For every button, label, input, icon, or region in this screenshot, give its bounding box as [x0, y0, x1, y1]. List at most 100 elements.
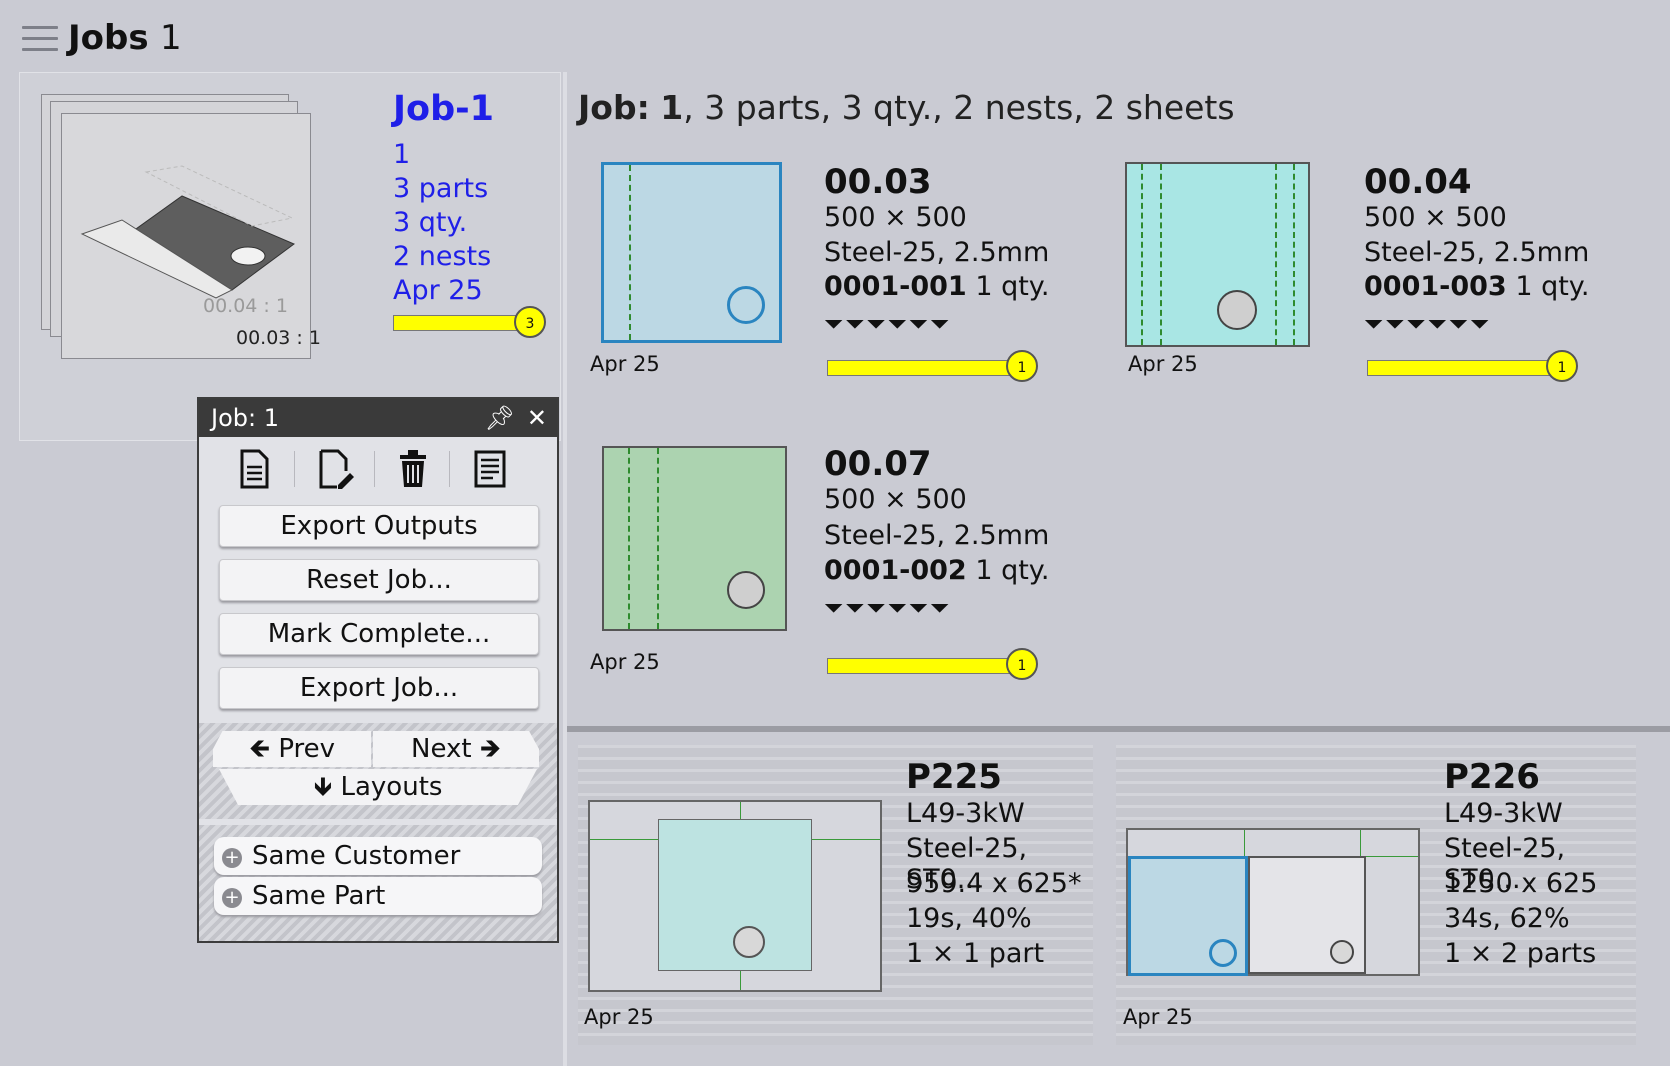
- reset-job-button[interactable]: Reset Job...: [219, 559, 539, 601]
- part-date: Apr 25: [1128, 352, 1198, 376]
- close-icon[interactable]: ✕: [527, 399, 547, 437]
- same-part-button[interactable]: + Same Part: [214, 877, 542, 915]
- document-icon[interactable]: [237, 449, 271, 489]
- nest-name: P226: [1444, 757, 1540, 797]
- part-material: Steel-25, 2.5mm: [1364, 237, 1590, 268]
- job-summary: Job: 1, 3 parts, 3 qty., 2 nests, 2 shee…: [578, 88, 1235, 127]
- job-count: 1: [160, 18, 182, 58]
- prev-label: Prev: [278, 734, 336, 764]
- part-qty: 1 qty.: [975, 271, 1050, 302]
- part-name: 00.03: [824, 162, 932, 202]
- nest-card[interactable]: Apr 25 P225 L49-3kW Steel-25, ST0... 959…: [578, 745, 1093, 1045]
- pane-divider[interactable]: [563, 72, 567, 1066]
- nest-time: 19s, 40%: [906, 903, 1032, 934]
- part-progress-bar: [827, 360, 1017, 376]
- hole: [1330, 940, 1354, 964]
- bend-line: [1160, 164, 1162, 345]
- arrow-down-icon: 🡻: [313, 772, 333, 802]
- job-context-panel: Job: 1 📌︎ ✕ Export Outputs Reset Job... …: [197, 397, 559, 943]
- job-progress-bar: [393, 315, 531, 331]
- part-code: 0001-003: [1364, 271, 1507, 302]
- layouts-label: Layouts: [340, 772, 443, 802]
- next-label: Next: [411, 734, 472, 764]
- bend-direction-icons: ⏷⏷⏷⏷⏷⏷: [824, 310, 952, 338]
- job-progress-count: 3: [514, 306, 546, 338]
- arrow-left-icon: 🡸: [248, 734, 271, 764]
- nest-sheet: [588, 800, 882, 992]
- nest-machine: L49-3kW: [906, 798, 1025, 829]
- thumb-caption-front: 00.03 : 1: [236, 327, 321, 349]
- menu-icon[interactable]: [22, 26, 58, 54]
- next-button[interactable]: Next 🡺: [373, 731, 539, 767]
- nest-time: 34s, 62%: [1444, 903, 1570, 934]
- panel-title-id: 1: [263, 404, 280, 432]
- arrow-right-icon: 🡺: [479, 734, 501, 764]
- part-image: [602, 446, 787, 631]
- part-3d-preview: [80, 165, 295, 299]
- toolbar-separator: [449, 451, 450, 487]
- part-card[interactable]: Apr 25 00.04 500 × 500 Steel-25, 2.5mm 0…: [1118, 160, 1628, 390]
- bend-line: [1275, 164, 1277, 345]
- part-code: 0001-001: [824, 271, 967, 302]
- hole: [1217, 290, 1257, 330]
- part-card[interactable]: Apr 25 00.03 500 × 500 Steel-25, 2.5mm 0…: [578, 160, 1088, 390]
- part-progress-count: 1: [1006, 648, 1038, 680]
- edit-document-icon[interactable]: [316, 449, 356, 489]
- export-outputs-button[interactable]: Export Outputs: [219, 505, 539, 547]
- part-progress-count: 1: [1006, 350, 1038, 382]
- export-job-button[interactable]: Export Job...: [219, 667, 539, 709]
- trash-icon[interactable]: [396, 449, 430, 489]
- mark-complete-button[interactable]: Mark Complete...: [219, 613, 539, 655]
- hole: [727, 286, 765, 324]
- bend-line: [628, 448, 630, 629]
- plus-icon: +: [222, 848, 242, 868]
- sheet-line: [1244, 830, 1245, 856]
- part-code: 0001-002: [824, 555, 967, 586]
- part-qty: 1 qty.: [975, 555, 1050, 586]
- job-name[interactable]: Job-1: [393, 89, 494, 129]
- nest-parts: 1 × 1 part: [906, 938, 1045, 969]
- nest-card[interactable]: Apr 25 P226 L49-3kW Steel-25, ST0... 125…: [1116, 745, 1636, 1045]
- part-card[interactable]: Apr 25 00.07 500 × 500 Steel-25, 2.5mm 0…: [578, 440, 1088, 680]
- bend-line: [1293, 164, 1295, 345]
- toolbar-separator: [294, 451, 295, 487]
- hole: [727, 571, 765, 609]
- panel-toolbar: [199, 441, 557, 495]
- same-customer-label: Same Customer: [252, 841, 461, 871]
- part-progress-bar: [1367, 360, 1557, 376]
- report-icon[interactable]: [473, 449, 507, 489]
- hole: [1209, 939, 1237, 967]
- nest-sheet-size: 1250 x 625: [1444, 868, 1598, 899]
- panel-title-label: Job:: [211, 404, 257, 432]
- sheet-thumb-front: [61, 113, 311, 359]
- panel-title-bar[interactable]: Job: 1 📌︎ ✕: [199, 399, 557, 437]
- same-customer-button[interactable]: + Same Customer: [214, 837, 542, 875]
- job-qty: 3 qty.: [393, 207, 468, 238]
- part-qty: 1 qty.: [1515, 271, 1590, 302]
- nest-date: Apr 25: [1123, 1005, 1193, 1029]
- job-card[interactable]: 00.04 : 1 00.03 : 1 Job-1 1 3 parts 3 qt…: [19, 72, 561, 441]
- layouts-button[interactable]: 🡻 Layouts: [219, 769, 537, 805]
- part-date: Apr 25: [590, 650, 660, 674]
- plus-icon: +: [222, 888, 242, 908]
- nested-part: [1248, 856, 1366, 974]
- nest-machine: L49-3kW: [1444, 798, 1563, 829]
- part-name: 00.07: [824, 444, 932, 484]
- job-date: Apr 25: [393, 275, 483, 306]
- part-size: 500 × 500: [824, 484, 967, 515]
- part-progress-count: 1: [1546, 350, 1578, 382]
- bend-direction-icons: ⏷⏷⏷⏷⏷⏷: [1364, 310, 1492, 338]
- part-size: 500 × 500: [1364, 202, 1507, 233]
- part-material: Steel-25, 2.5mm: [824, 520, 1050, 551]
- nest-date: Apr 25: [584, 1005, 654, 1029]
- bend-direction-icons: ⏷⏷⏷⏷⏷⏷: [824, 594, 952, 622]
- bend-line: [1141, 164, 1143, 345]
- pin-icon[interactable]: 📌︎: [485, 399, 515, 437]
- same-part-label: Same Part: [252, 881, 386, 911]
- prev-button[interactable]: 🡸 Prev: [213, 731, 371, 767]
- hole: [733, 926, 765, 958]
- part-size: 500 × 500: [824, 202, 967, 233]
- part-image: [601, 162, 782, 343]
- nest-name: P225: [906, 757, 1002, 797]
- nest-divider[interactable]: [567, 726, 1670, 732]
